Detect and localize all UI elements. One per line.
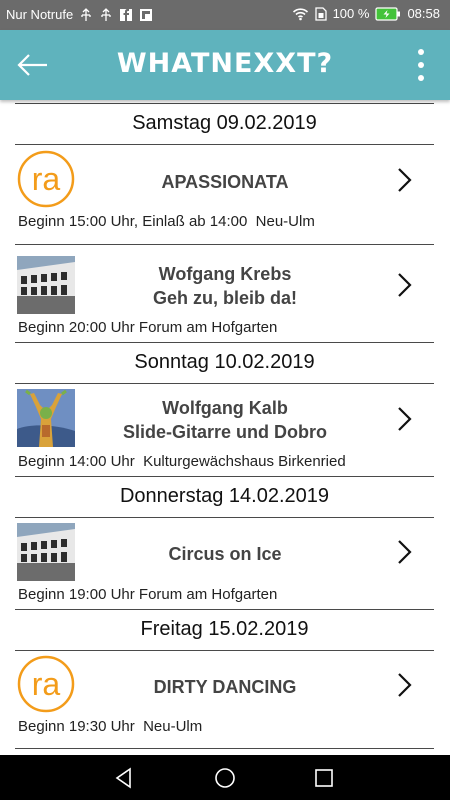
usb-icon (81, 7, 91, 21)
chevron-right-icon[interactable] (396, 672, 414, 698)
battery-percent: 100 % (332, 6, 370, 21)
chevron-right-icon[interactable] (396, 167, 414, 193)
flipboard-icon (140, 8, 153, 21)
event-title-line-2: Geh zu, bleib da! (152, 288, 297, 308)
event-info: Beginn 15:00 Uhr, Einlaß ab 14:00 Neu-Ul… (18, 213, 315, 230)
divider (15, 383, 434, 384)
divider (15, 244, 434, 245)
event-title-line-2: Slide-Gitarre und Dobro (122, 422, 327, 442)
date-header: Freitag 15.02.2019 (140, 618, 309, 640)
status-bar: Nur Notrufe 100 % 08:58 (0, 0, 450, 30)
back-triangle-icon[interactable] (111, 765, 137, 791)
date-header: Sonntag 10.02.2019 (134, 351, 315, 373)
event-info: Beginn 14:00 Uhr Kulturgewächshaus Birke… (18, 453, 346, 470)
event-info: Beginn 19:00 Uhr Forum am Hofgarten (18, 586, 278, 603)
divider (15, 342, 434, 343)
facebook-icon (120, 8, 133, 21)
wifi-icon (292, 7, 308, 20)
event-title: DIRTY DANCING (153, 677, 297, 697)
home-circle-icon[interactable] (212, 765, 238, 791)
ra-logo: ra (17, 655, 75, 713)
event-list[interactable]: Samstag 09.02.2019 ra APASSIONATA Beginn… (0, 100, 450, 755)
divider (15, 144, 434, 145)
divider (15, 748, 434, 749)
usb-icon (101, 7, 111, 21)
date-header: Donnerstag 14.02.2019 (119, 485, 330, 507)
date-header: Samstag 09.02.2019 (132, 112, 317, 134)
divider (15, 476, 434, 477)
event-title-line-1: Wofgang Krebs (158, 264, 292, 284)
battery-charging-icon (375, 6, 401, 21)
divider (15, 517, 434, 518)
recents-square-icon[interactable] (311, 765, 337, 791)
more-vertical-icon[interactable] (414, 47, 428, 83)
status-right: 100 % 08:58 (292, 6, 440, 21)
sim-icon (314, 6, 327, 21)
carrier-label: Nur Notrufe (6, 7, 74, 22)
event-title: APASSIONATA (161, 172, 289, 192)
event-title-line-1: Wolfgang Kalb (162, 398, 288, 418)
ra-logo-text: ra (32, 666, 61, 702)
performer-photo (17, 389, 75, 447)
divider (15, 103, 434, 104)
ra-logo-text: ra (32, 161, 61, 197)
app-bar: WHATNEXXT? (0, 30, 450, 100)
building-photo (17, 256, 75, 314)
event-info: Beginn 20:00 Uhr Forum am Hofgarten (18, 319, 278, 336)
building-photo (17, 523, 75, 581)
chevron-right-icon[interactable] (396, 406, 414, 432)
clock: 08:58 (407, 6, 440, 21)
divider (15, 650, 434, 651)
chevron-right-icon[interactable] (396, 539, 414, 565)
event-title: Circus on Ice (168, 544, 282, 564)
divider (15, 609, 434, 610)
app-title: WHATNEXXT? (116, 48, 334, 79)
status-left: Nur Notrufe (6, 7, 153, 22)
ra-logo: ra (17, 150, 75, 208)
system-nav-bar (0, 755, 450, 800)
chevron-right-icon[interactable] (396, 272, 414, 298)
event-info: Beginn 19:30 Uhr Neu-Ulm (18, 718, 203, 735)
